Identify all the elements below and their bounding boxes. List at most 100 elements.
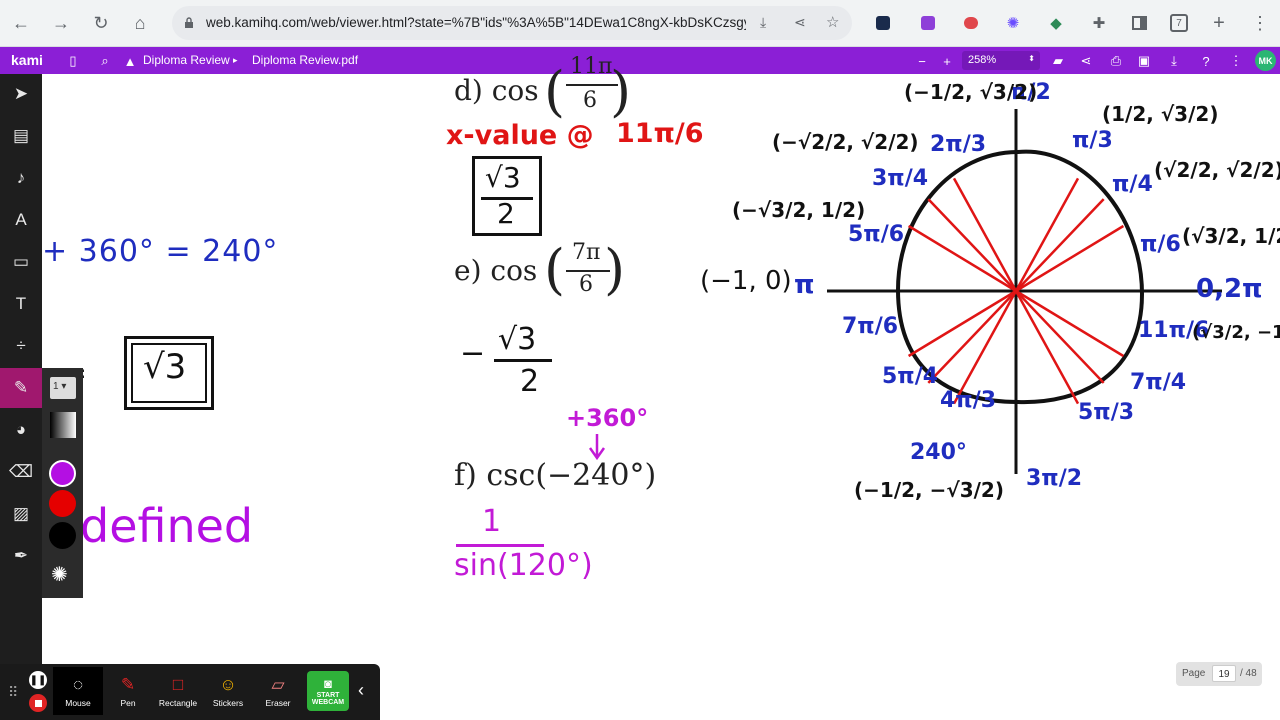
save-icon[interactable]: ▣ [1134, 51, 1154, 71]
avatar[interactable]: MK [1255, 50, 1276, 71]
pen-size-select[interactable]: 1 ▾ [50, 377, 76, 399]
download-icon[interactable]: ⤓ [1164, 51, 1184, 71]
home-icon[interactable]: ⌂ [127, 10, 153, 36]
menu-dots-icon[interactable]: ⋮ [1249, 12, 1271, 34]
image-icon[interactable]: ▨ [0, 494, 42, 534]
angle-pi-over-6: π/6 [1140, 232, 1181, 257]
coord-q2-45: (−√2/2, √2/2) [772, 130, 919, 154]
search-icon[interactable]: ⌕ [95, 51, 115, 71]
drag-handle-icon[interactable]: ⠿ [8, 684, 18, 701]
sidebar-toggle-icon[interactable]: ▯ [63, 51, 83, 71]
mouse-tool-button[interactable]: ◌ Mouse [53, 667, 103, 715]
eraser-icon: ▱ [271, 674, 285, 694]
e-answer-numerator: √3 [498, 322, 537, 357]
coord-left: (−1, 0) [700, 266, 792, 296]
stickers-tool-button[interactable]: ☺ Stickers [203, 667, 253, 715]
bookmark-star-icon[interactable]: ☆ [826, 13, 839, 31]
color-swatch-purple[interactable] [49, 460, 76, 487]
stop-record-icon[interactable] [29, 694, 47, 712]
kami-header: kami ▯ ⌕ ▲ Diploma Review ▸ Diploma Revi… [0, 47, 1280, 74]
page-number-input[interactable]: 19 [1212, 665, 1236, 682]
highlight-icon[interactable]: A [0, 200, 42, 240]
puzzle-icon[interactable]: ✚ [1088, 12, 1110, 34]
reload-icon[interactable]: ↻ [88, 10, 114, 36]
sticker-icon: ☺ [219, 674, 237, 694]
left-equation: + 360° = 240° [42, 234, 279, 269]
text-icon[interactable]: T [0, 284, 42, 324]
shapes-icon[interactable]: ◕ [0, 410, 42, 450]
tab-count-icon[interactable]: 7 [1168, 12, 1190, 34]
bottom-toolbar: ⠿ ❚❚ ◌ Mouse ✎ Pen □ Rectangle ☺ Stickers ▱ E… [0, 664, 380, 720]
angle-7pi-over-4: 7π/4 [1130, 370, 1187, 395]
f-add-note: +360° [566, 404, 649, 432]
left-toolbar: ➤ ▤ ♪ A ▭ T ÷ ✎ ◕ ⌫ ▨ ✒ [0, 74, 42, 720]
open-folder-icon[interactable]: ▰ [1048, 51, 1068, 71]
extension-4-icon[interactable]: ✺ [1002, 12, 1024, 34]
boxed-answer-text: √3 [143, 347, 187, 387]
f-numerator: 1 [482, 504, 502, 539]
equation-icon[interactable]: ÷ [0, 326, 42, 366]
pause-icon[interactable]: ❚❚ [29, 671, 47, 689]
more-icon[interactable]: ⋮ [1226, 51, 1246, 71]
angle-zero: 0,2π [1196, 274, 1263, 304]
fraction-bar [494, 359, 552, 362]
help-icon[interactable]: ? [1196, 51, 1216, 71]
coord-q1-45: (√2/2, √2/2) [1154, 158, 1280, 182]
collapse-chevron-icon[interactable]: ‹ [358, 680, 364, 701]
pen-tool-button[interactable]: ✎ Pen [103, 667, 153, 715]
breadcrumb-file[interactable]: Diploma Review.pdf [252, 53, 358, 67]
problem-e-denominator: 6 [579, 272, 593, 297]
coord-q4-30: (√3/2, −1/2) [1192, 322, 1280, 343]
share-icon[interactable]: ⋖ [794, 14, 806, 31]
zoom-out-icon[interactable]: − [912, 51, 932, 71]
document-page: + 360° = 240° = √3 defined d) cos ( 11π … [42, 54, 1280, 720]
breadcrumb-folder[interactable]: Diploma Review [143, 53, 230, 67]
install-icon[interactable]: ⤓ [760, 14, 766, 31]
paren-open: ( [544, 60, 566, 123]
address-bar[interactable]: web.kamihq.com/web/viewer.html?state=%7B… [172, 6, 852, 40]
color-swatch-red[interactable] [49, 490, 76, 517]
angle-2pi-over-3: 2π/3 [930, 132, 987, 157]
extension-2-icon[interactable] [917, 12, 939, 34]
pen-palette: 1 ▾ ✺ [42, 368, 83, 598]
coord-top: (−1/2, √3/2) [904, 80, 1038, 104]
url-text: web.kamihq.com/web/viewer.html?state=%7B… [206, 15, 746, 30]
eraser-icon[interactable]: ⌫ [0, 452, 42, 492]
eraser-tool-button[interactable]: ▱ Eraser [253, 667, 303, 715]
paren-close: ) [604, 238, 626, 301]
share-icon[interactable]: ⋖ [1076, 51, 1096, 71]
e-answer-denominator: 2 [520, 364, 540, 399]
angle-pi-over-4: π/4 [1112, 172, 1153, 197]
forward-arrow-icon[interactable]: → [48, 10, 74, 36]
zoom-select[interactable]: 258% ⬍ [962, 51, 1040, 70]
comment-icon[interactable]: ▭ [0, 242, 42, 282]
cursor-icon: ◌ [72, 674, 84, 694]
extension-3-icon[interactable] [960, 12, 982, 34]
color-palette-icon[interactable]: ✺ [51, 562, 68, 587]
coord-q2-30: (−√3/2, 1/2) [732, 198, 866, 222]
extension-5-icon[interactable]: ◆ [1045, 12, 1067, 34]
angle-5pi-over-3: 5π/3 [1078, 400, 1135, 425]
side-panel-icon[interactable] [1128, 12, 1150, 34]
e-answer-sign: − [460, 336, 486, 371]
page-total: / 48 [1240, 668, 1257, 679]
back-arrow-icon[interactable]: ← [8, 10, 34, 36]
fraction-bar [456, 544, 544, 547]
signature-icon[interactable]: ✒ [0, 536, 42, 576]
select-arrow-icon[interactable]: ➤ [0, 74, 42, 114]
zoom-in-icon[interactable]: + [937, 51, 957, 71]
drive-icon: ▲ [123, 53, 137, 69]
new-tab-icon[interactable]: + [1208, 12, 1230, 34]
rectangle-tool-button[interactable]: □ Rectangle [153, 667, 203, 715]
undefined-text: defined [80, 499, 254, 553]
text-to-speech-icon[interactable]: ♪ [0, 158, 42, 198]
problem-d-denominator: 6 [583, 88, 597, 113]
print-icon[interactable]: ⎙ [1106, 51, 1126, 71]
color-swatch-black[interactable] [49, 522, 76, 549]
pen-icon[interactable]: ✎ [0, 368, 42, 408]
page-indicator: Page 19 / 48 [1176, 662, 1262, 686]
dictionary-icon[interactable]: ▤ [0, 116, 42, 156]
start-webcam-button[interactable]: ◙ START WEBCAM [307, 671, 349, 711]
extension-1-icon[interactable] [872, 12, 894, 34]
opacity-swatch[interactable] [50, 412, 76, 438]
